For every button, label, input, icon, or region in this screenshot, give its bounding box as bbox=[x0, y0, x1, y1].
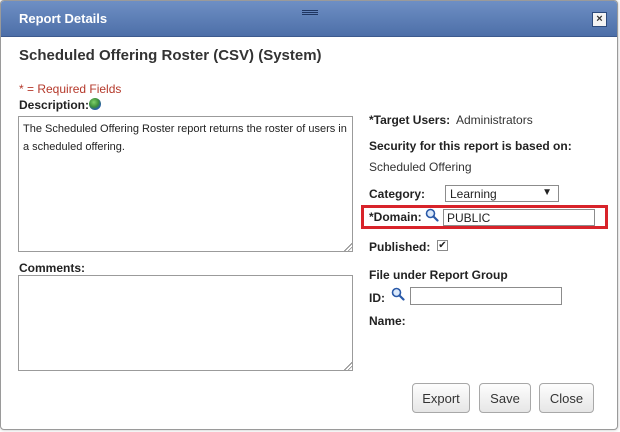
report-details-dialog: Report Details × Scheduled Offering Rost… bbox=[0, 0, 618, 430]
description-textarea[interactable]: The Scheduled Offering Roster report ret… bbox=[18, 116, 353, 252]
close-icon[interactable]: × bbox=[592, 12, 607, 27]
id-label: ID: bbox=[369, 291, 385, 305]
id-input[interactable] bbox=[410, 287, 562, 305]
security-label: Security for this report is based on: bbox=[369, 139, 572, 153]
target-users-value: Administrators bbox=[456, 113, 533, 127]
category-select[interactable]: Learning ▼ bbox=[445, 185, 559, 202]
close-button[interactable]: Close bbox=[539, 383, 594, 413]
resize-grip-icon[interactable] bbox=[344, 362, 352, 370]
category-select-value: Learning bbox=[450, 187, 497, 201]
category-label: Category: bbox=[369, 187, 426, 201]
comments-label: Comments: bbox=[19, 261, 86, 275]
target-users-label: *Target Users: bbox=[369, 113, 451, 127]
domain-label: *Domain: bbox=[369, 210, 422, 224]
report-group-label: File under Report Group bbox=[369, 268, 508, 282]
required-fields-note: * = Required Fields bbox=[19, 82, 122, 96]
published-label: Published: bbox=[369, 240, 431, 254]
description-label: Description: bbox=[19, 98, 90, 112]
dialog-titlebar[interactable]: Report Details × bbox=[1, 1, 617, 37]
comments-textarea[interactable] bbox=[18, 275, 353, 371]
dialog-title: Report Details bbox=[19, 11, 108, 26]
export-button[interactable]: Export bbox=[412, 383, 470, 413]
dropdown-arrow-icon[interactable]: ▼ bbox=[542, 187, 552, 198]
resize-grip-icon[interactable] bbox=[344, 243, 352, 251]
drag-grip-icon[interactable] bbox=[302, 10, 318, 15]
save-button[interactable]: Save bbox=[479, 383, 531, 413]
domain-input[interactable] bbox=[443, 209, 595, 226]
published-checkbox[interactable]: ✔ bbox=[437, 240, 448, 251]
security-value: Scheduled Offering bbox=[369, 160, 472, 174]
magnifier-icon[interactable] bbox=[425, 208, 439, 222]
magnifier-icon[interactable] bbox=[391, 287, 405, 301]
name-label: Name: bbox=[369, 314, 406, 328]
report-heading: Scheduled Offering Roster (CSV) (System) bbox=[19, 47, 322, 64]
globe-icon[interactable] bbox=[89, 98, 101, 110]
